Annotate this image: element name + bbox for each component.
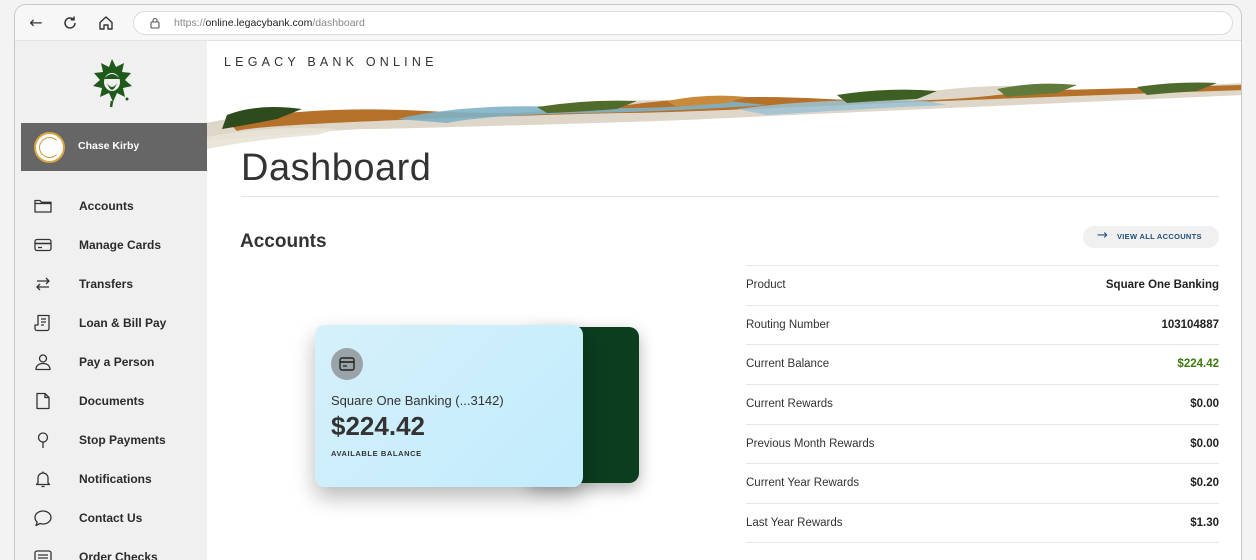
- sidebar-item-label: Order Checks: [79, 550, 158, 560]
- back-arrow-icon[interactable]: ←: [25, 12, 47, 34]
- view-all-accounts-label: VIEW ALL ACCOUNTS: [1117, 232, 1202, 241]
- reload-icon[interactable]: [59, 12, 81, 34]
- sidebar-item-label: Stop Payments: [79, 433, 166, 447]
- sidebar-item-accounts[interactable]: Accounts: [15, 187, 207, 226]
- location-pin-icon: [37, 432, 49, 448]
- main-content: LEGACY BANK ONLINE Dashboard Accounts → …: [207, 41, 1241, 560]
- checkbook-icon: [34, 550, 52, 560]
- painted-brushstroke-banner: [207, 82, 1241, 149]
- avatar-ring: [39, 137, 60, 158]
- detail-row-current-balance: Current Balance $224.42: [746, 344, 1219, 384]
- sidebar-item-manage-cards[interactable]: Manage Cards: [15, 226, 207, 265]
- detail-label: Last Year Rewards: [746, 517, 843, 530]
- url-host: online.legacybank.com: [205, 17, 313, 29]
- detail-row-product: Product Square One Banking: [746, 265, 1219, 305]
- transfer-arrows-icon: [36, 277, 50, 291]
- home-icon[interactable]: [95, 12, 117, 34]
- document-icon: [36, 392, 50, 410]
- sidebar-nav: Accounts Manage Cards Transfers Loan & B…: [15, 187, 207, 560]
- credit-card-icon: [339, 357, 355, 371]
- detail-value: 103104887: [1161, 318, 1219, 331]
- bell-icon: [35, 471, 51, 488]
- sidebar-item-label: Accounts: [79, 199, 134, 213]
- sidebar-item-contact-us[interactable]: Contact Us: [15, 499, 207, 538]
- chat-bubble-icon: [34, 510, 52, 527]
- detail-label: Current Rewards: [746, 398, 833, 411]
- sidebar-item-loan-bill-pay[interactable]: Loan & Bill Pay: [15, 304, 207, 343]
- detail-row-current-year-rewards: Current Year Rewards $0.20: [746, 463, 1219, 503]
- sidebar-item-label: Notifications: [79, 472, 152, 486]
- account-card[interactable]: Square One Banking (...3142) $224.42 AVA…: [315, 325, 583, 487]
- detail-value: Square One Banking: [1105, 279, 1219, 291]
- url-text: https://online.legacybank.com/dashboard: [174, 16, 365, 30]
- person-icon: [35, 354, 51, 371]
- detail-label: Product: [746, 279, 786, 291]
- detail-value: $1.30: [1190, 517, 1219, 530]
- folder-icon: [34, 199, 52, 213]
- detail-value: $224.42: [1177, 358, 1219, 371]
- browser-window: ← https://online.legacybank.com/dashboar…: [14, 4, 1242, 560]
- account-card-balance-label: AVAILABLE BALANCE: [331, 449, 422, 458]
- url-scheme: https://: [174, 17, 206, 29]
- detail-label: Current Balance: [746, 358, 830, 371]
- sidebar-item-label: Manage Cards: [79, 238, 162, 252]
- credit-card-icon: [34, 238, 52, 252]
- sidebar-item-order-checks[interactable]: Order Checks: [15, 538, 207, 560]
- sidebar-item-label: Loan & Bill Pay: [79, 316, 167, 330]
- sidebar-item-label: Pay a Person: [79, 355, 155, 369]
- user-name: Chase Kirby: [78, 140, 140, 152]
- section-title-accounts: Accounts: [240, 231, 327, 252]
- detail-value: $0.20: [1190, 477, 1219, 490]
- arrow-right-icon: →: [1097, 228, 1108, 243]
- user-profile-bar[interactable]: Chase Kirby: [21, 123, 207, 171]
- avatar[interactable]: [34, 132, 65, 163]
- sidebar-item-documents[interactable]: Documents: [15, 382, 207, 421]
- detail-label: Routing Number: [746, 318, 830, 331]
- address-bar[interactable]: https://online.legacybank.com/dashboard: [133, 11, 1233, 35]
- account-card-balance: $224.42: [331, 411, 425, 441]
- page-title: Dashboard: [241, 147, 432, 189]
- sidebar-item-pay-a-person[interactable]: Pay a Person: [15, 343, 207, 382]
- detail-label: Previous Month Rewards: [746, 437, 875, 450]
- detail-row-routing-number: Routing Number 103104887: [746, 304, 1219, 345]
- url-path: /dashboard: [312, 17, 365, 29]
- detail-row-current-rewards: Current Rewards $0.00: [746, 384, 1219, 424]
- sidebar-item-notifications[interactable]: Notifications: [15, 460, 207, 499]
- detail-row-previous-month-rewards: Previous Month Rewards $0.00: [746, 423, 1219, 464]
- detail-label: Current Year Rewards: [746, 477, 860, 490]
- browser-toolbar: ← https://online.legacybank.com/dashboar…: [15, 5, 1241, 41]
- title-divider: [241, 196, 1219, 197]
- account-card-name: Square One Banking (...3142): [331, 393, 504, 408]
- account-details-table: Product Square One Banking Routing Numbe…: [746, 265, 1219, 543]
- sidebar-item-label: Transfers: [79, 277, 134, 291]
- brand-title: LEGACY BANK ONLINE: [224, 55, 438, 69]
- receipt-icon: [34, 314, 50, 332]
- detail-row-last-year-rewards: Last Year Rewards $1.30: [746, 503, 1219, 543]
- detail-value: $0.00: [1190, 437, 1219, 450]
- sidebar: Chase Kirby Accounts Manage Cards Transf…: [15, 41, 207, 560]
- acorn-leaf-logo-icon[interactable]: [87, 55, 137, 109]
- sidebar-item-label: Documents: [79, 394, 145, 408]
- sidebar-item-transfers[interactable]: Transfers: [15, 265, 207, 304]
- screen-background: ← https://online.legacybank.com/dashboar…: [0, 0, 1256, 560]
- lock-icon: [150, 17, 160, 29]
- view-all-accounts-button[interactable]: → VIEW ALL ACCOUNTS: [1083, 226, 1219, 248]
- sidebar-item-stop-payments[interactable]: Stop Payments: [15, 421, 207, 460]
- sidebar-item-label: Contact Us: [79, 511, 143, 525]
- card-chip: [331, 348, 363, 380]
- detail-value: $0.00: [1190, 398, 1219, 411]
